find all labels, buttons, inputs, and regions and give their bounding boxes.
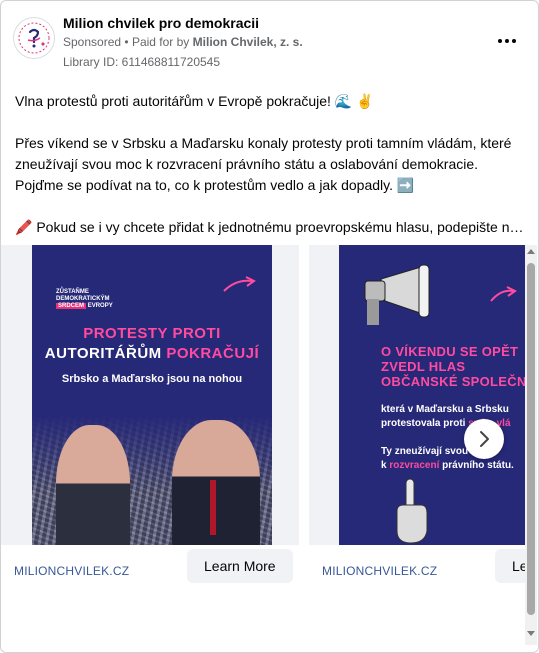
- paid-for-prefix: Paid for by: [131, 35, 190, 49]
- poster-slogan: ZŮSTAŇME DEMOKRATICKÝM SRDCEM EVROPY: [56, 289, 113, 310]
- card-link[interactable]: MILIONCHVILEK.CZ: [322, 564, 437, 578]
- poster-title-line: O VÍKENDU SE OPĚT: [381, 344, 519, 359]
- carousel-next-button[interactable]: [464, 419, 504, 459]
- ad-post: Milion chvilek pro demokracii Sponsored …: [0, 0, 539, 653]
- poster-image: ZŮSTAŇME DEMOKRATICKÝM SRDCEM EVROPY PRO…: [32, 245, 272, 545]
- poster-text-pink: rozvracení: [389, 460, 440, 471]
- poster-title-1: PROTESTY PROTI: [83, 325, 221, 342]
- poster-title: O VÍKENDU SE OPĚT ZVEDL HLAS OBČANSKÉ SP…: [381, 344, 525, 389]
- poster-title-white: AUTORITÁŘŮM: [44, 345, 167, 362]
- library-id: Library ID: 611468811720545: [63, 55, 221, 69]
- post-text: Vlna protestů proti autoritářům v Evropě…: [15, 91, 529, 238]
- poster-title-line: ZVEDL HLAS: [381, 359, 466, 374]
- more-horizontal-icon: [498, 39, 502, 43]
- more-options-button[interactable]: [495, 31, 519, 51]
- person-photo: [56, 425, 130, 545]
- post-line-1: Vlna protestů proti autoritářům v Evropě…: [15, 93, 374, 109]
- separator-dot: •: [124, 35, 132, 49]
- card-link[interactable]: MILIONCHVILEK.CZ: [14, 564, 129, 578]
- carousel-card-1[interactable]: ZŮSTAŇME DEMOKRATICKÝM SRDCEM EVROPY PRO…: [1, 245, 299, 601]
- learn-more-button[interactable]: Le: [495, 549, 525, 583]
- sponsored-label: Sponsored: [63, 35, 122, 49]
- pink-arrow-icon: [490, 286, 517, 302]
- post-line-3[interactable]: 🖍️ Pokud se i vy chcete přidat k jednotn…: [15, 217, 527, 238]
- poster-text-line: která v Maďarsku a Srbsku: [381, 404, 509, 415]
- scrollbar-thumb[interactable]: [527, 263, 535, 615]
- slogan-line: ZŮSTAŇME: [56, 289, 89, 295]
- post-paragraph-2: Přes víkend se v Srbsku a Maďarsku konal…: [15, 135, 512, 193]
- poster-title-line: OBČANSKÉ SPOLEČNOS: [381, 374, 525, 389]
- card-image[interactable]: ZŮSTAŇME DEMOKRATICKÝM SRDCEM EVROPY PRO…: [1, 245, 299, 545]
- pink-arrow-icon: [223, 276, 256, 292]
- slogan-line: DEMOKRATICKÝM: [56, 296, 110, 302]
- poster-title-2: AUTORITÁŘŮM POKRAČUJÍ: [32, 345, 272, 362]
- paid-for-name[interactable]: Milion Chvilek, z. s.: [193, 35, 303, 49]
- scroll-up-arrow-icon[interactable]: [527, 249, 535, 254]
- page-name[interactable]: Milion chvilek pro demokracii: [63, 15, 259, 31]
- learn-more-button[interactable]: Learn More: [187, 549, 293, 583]
- poster-text-white: právního státu.: [439, 460, 514, 471]
- chevron-right-icon: [480, 431, 489, 447]
- scroll-down-arrow-icon[interactable]: [527, 631, 535, 636]
- person-photo: [172, 420, 260, 545]
- poster-image: O VÍKENDU SE OPĚT ZVEDL HLAS OBČANSKÉ SP…: [339, 245, 525, 545]
- megaphone-icon: [364, 264, 430, 325]
- more-horizontal-icon: [505, 39, 509, 43]
- sponsored-line: Sponsored • Paid for by Milion Chvilek, …: [63, 35, 303, 49]
- poster-subtitle: Srbsko a Maďarsko jsou na nohou: [61, 373, 243, 385]
- pointing-hand-icon: [396, 478, 428, 544]
- more-horizontal-icon: [512, 39, 516, 43]
- slogan-highlight: SRDCEM: [56, 303, 87, 309]
- slogan-line: EVROPY: [87, 303, 113, 309]
- page-avatar[interactable]: [13, 17, 55, 59]
- poster-text-white: protestovala proti: [381, 418, 469, 429]
- ad-carousel: ZŮSTAŇME DEMOKRATICKÝM SRDCEM EVROPY PRO…: [1, 245, 525, 601]
- poster-title-pink: POKRAČUJÍ: [166, 345, 260, 362]
- card-image[interactable]: O VÍKENDU SE OPĚT ZVEDL HLAS OBČANSKÉ SP…: [309, 245, 525, 545]
